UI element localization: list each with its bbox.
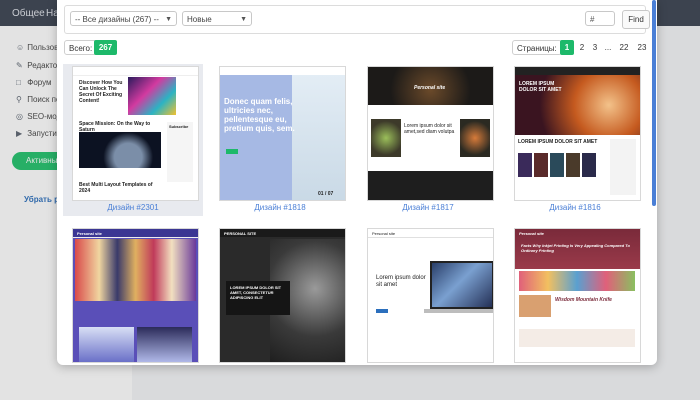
thumb-panel: [220, 75, 292, 200]
page-23[interactable]: 23: [633, 40, 651, 55]
thumb-laptop-screen: [430, 261, 493, 309]
thumb-site-title: Personal site: [519, 231, 544, 236]
page-22[interactable]: 22: [615, 40, 633, 55]
thumb-hero-art: [128, 77, 176, 115]
thumb-nav: [515, 67, 640, 75]
thumb-dark-band: [368, 171, 493, 200]
thumb-sidebar: [167, 122, 193, 182]
thumb-section-title: LOREM IPSUM DOLOR SIT AMET: [518, 139, 598, 145]
thumb-headline: Donec quam felis, ultricies nec, pellent…: [224, 97, 295, 133]
sort-select[interactable]: Новые ▼: [182, 11, 252, 26]
design-card[interactable]: Donec quam felis, ultricies nec, pellent…: [210, 64, 350, 216]
chevron-down-icon: ▼: [240, 16, 247, 23]
thumb-poster: [550, 153, 564, 177]
design-caption[interactable]: Дизайн #1818: [210, 203, 350, 212]
page-2[interactable]: 2: [575, 40, 589, 55]
page-3[interactable]: 3: [588, 40, 602, 55]
thumb-sea-photo: [292, 75, 345, 200]
thumb-section-title: Best Multi Layout Templates of 2024: [79, 182, 153, 194]
category-select-value: -- Все дизайны (267) --: [75, 15, 159, 24]
design-number-input[interactable]: #: [585, 11, 615, 26]
design-card[interactable]: Personal site Lorem ipsum dolor sit amet: [358, 226, 498, 365]
design-caption[interactable]: Дизайн #1817: [358, 203, 498, 212]
thumb-food-photo-right: [460, 119, 490, 157]
category-select[interactable]: -- Все дизайны (267) -- ▼: [70, 11, 177, 26]
design-card[interactable]: Discover How You Can Unlock The Secret O…: [63, 64, 203, 216]
design-thumbnail[interactable]: Discover How You Can Unlock The Secret O…: [72, 66, 199, 201]
thumb-cta: [226, 149, 238, 154]
thumb-hero-title: LOREM IPSUM DOLOR SIT AMET: [519, 81, 562, 93]
thumb-headline: Lorem ipsum dolor sit amet: [376, 275, 426, 288]
design-thumbnail[interactable]: LOREM IPSUM DOLOR SIT AMET LOREM IPSUM D…: [514, 66, 641, 201]
thumb-poster: [534, 153, 548, 177]
thumb-sidebar: [610, 139, 636, 195]
find-button[interactable]: Find: [622, 10, 650, 29]
thumb-poster: [518, 153, 532, 177]
thumb-poster: [582, 153, 596, 177]
modal-scrollbar[interactable]: [652, 0, 656, 206]
thumb-poster: [566, 153, 580, 177]
design-card[interactable]: Personal site Facts Why Inkjet Printing …: [505, 226, 645, 365]
design-thumbnail[interactable]: PERSONAL SITE LOREM IPSUM DOLOR SIT AMET…: [219, 228, 346, 363]
thumb-site-title: Personal site: [77, 231, 102, 236]
thumb-article-title: Wisdom Mountain Knife: [555, 297, 612, 303]
design-thumbnail[interactable]: Personal site Lorem ipsum dolor sit amet…: [367, 66, 494, 201]
thumb-footer-features: [519, 329, 635, 347]
design-thumbnail[interactable]: Personal site: [72, 228, 199, 363]
chevron-down-icon: ▼: [165, 16, 172, 23]
page-1[interactable]: 1: [560, 40, 574, 55]
filter-bar: -- Все дизайны (267) -- ▼ Новые ▼ # Find: [64, 5, 650, 34]
total-count-badge: 267: [94, 40, 117, 55]
page-ellipsis: ...: [604, 43, 612, 52]
thumb-headline: Discover How You Can Unlock The Secret O…: [79, 80, 123, 104]
thumb-anime-grid: [75, 239, 196, 301]
design-caption[interactable]: Дизайн #1816: [505, 203, 645, 212]
thumb-headline: Facts Why Inkjet Printing Is Very Appeal…: [521, 243, 630, 253]
thumb-site-title: Personal site: [372, 231, 396, 236]
design-card[interactable]: Personal site Lorem ipsum dolor sit amet…: [358, 64, 498, 216]
thumb-cta: [376, 309, 388, 313]
thumb-slide-counter: 01 / 07: [318, 191, 334, 197]
design-caption[interactable]: Дизайн #2301: [63, 203, 203, 212]
pagination-label: Страницы:: [512, 40, 562, 55]
design-picker-modal: -- Все дизайны (267) -- ▼ Новые ▼ # Find…: [57, 0, 657, 365]
thumb-site-title: PERSONAL SITE: [224, 231, 257, 236]
design-thumbnail[interactable]: Donec quam felis, ultricies nec, pellent…: [219, 66, 346, 201]
thumb-space-photo: [79, 132, 161, 168]
total-label: Всего:: [64, 40, 98, 55]
sort-select-value: Новые: [187, 15, 212, 24]
thumb-card-art: [79, 327, 134, 362]
design-card[interactable]: Personal site: [63, 226, 203, 365]
thumb-product-strip: [519, 271, 635, 291]
thumb-headline: LOREM IPSUM DOLOR SIT AMET, CONSECTETUR …: [230, 285, 282, 300]
design-thumbnail[interactable]: Personal site Lorem ipsum dolor sit amet: [367, 228, 494, 363]
thumb-article-photo: [519, 295, 551, 317]
thumb-laptop-base: [424, 309, 493, 313]
thumb-food-photo-left: [371, 119, 401, 157]
design-thumbnail[interactable]: Personal site Facts Why Inkjet Printing …: [514, 228, 641, 363]
design-card[interactable]: LOREM IPSUM DOLOR SIT AMET LOREM IPSUM D…: [505, 64, 645, 216]
design-card[interactable]: PERSONAL SITE LOREM IPSUM DOLOR SIT AMET…: [210, 226, 350, 365]
thumb-intro-text: Lorem ipsum dolor sit amet,sed diam volu…: [404, 123, 455, 135]
thumb-nav: [73, 67, 198, 76]
thumb-card-art: [137, 327, 192, 362]
thumb-site-title: Personal site: [414, 85, 446, 91]
thumb-subscribe: Subscribe: [169, 124, 189, 129]
